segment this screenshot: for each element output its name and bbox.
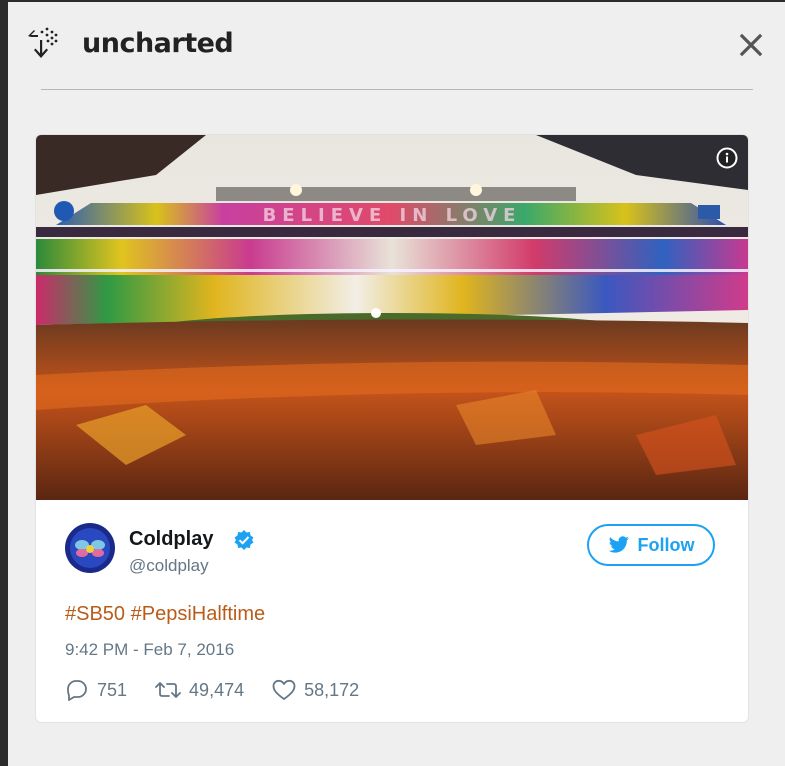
tweet-timestamp[interactable]: 9:42 PM - Feb 7, 2016 (65, 640, 234, 660)
reply-stat[interactable]: 751 (65, 679, 127, 701)
tweet-text: #SB50 #PepsiHalftime (65, 603, 265, 626)
logo-text: uncharted (82, 28, 234, 59)
avatar[interactable] (65, 523, 115, 573)
twitter-bird-icon (608, 536, 629, 553)
tweet-card: BELIEVE IN LOVE Coldplay @coldplay Follo… (36, 135, 748, 722)
reply-count: 751 (97, 679, 128, 700)
uncharted-logo-icon (28, 27, 58, 58)
retweet-icon (155, 682, 181, 698)
hashtag-sb50[interactable]: #SB50 (65, 603, 125, 625)
retweet-count: 49,474 (189, 679, 245, 700)
heart-icon (272, 679, 296, 700)
author-handle[interactable]: @coldplay (129, 556, 209, 576)
header-divider (41, 89, 753, 90)
tweet-photo[interactable]: BELIEVE IN LOVE (36, 135, 748, 500)
tweet-stats: 751 49,474 58,172 (65, 677, 387, 703)
header: uncharted (26, 20, 766, 70)
verified-badge-icon (234, 530, 254, 550)
follow-button[interactable]: Follow (587, 524, 715, 566)
reply-icon (67, 680, 87, 701)
author-name[interactable]: Coldplay (129, 528, 213, 551)
like-count: 58,172 (304, 679, 360, 700)
hashtag-pepsihalftime[interactable]: #PepsiHalftime (131, 603, 266, 625)
close-icon[interactable] (736, 30, 766, 60)
follow-label: Follow (637, 534, 695, 555)
retweet-stat[interactable]: 49,474 (155, 679, 244, 701)
stadium-banner-text: BELIEVE IN LOVE (263, 205, 522, 226)
like-stat[interactable]: 58,172 (272, 679, 359, 701)
info-icon[interactable] (716, 147, 738, 169)
embed-panel: uncharted BELIEVE IN LOVE Coldplay @cold… (8, 2, 785, 766)
